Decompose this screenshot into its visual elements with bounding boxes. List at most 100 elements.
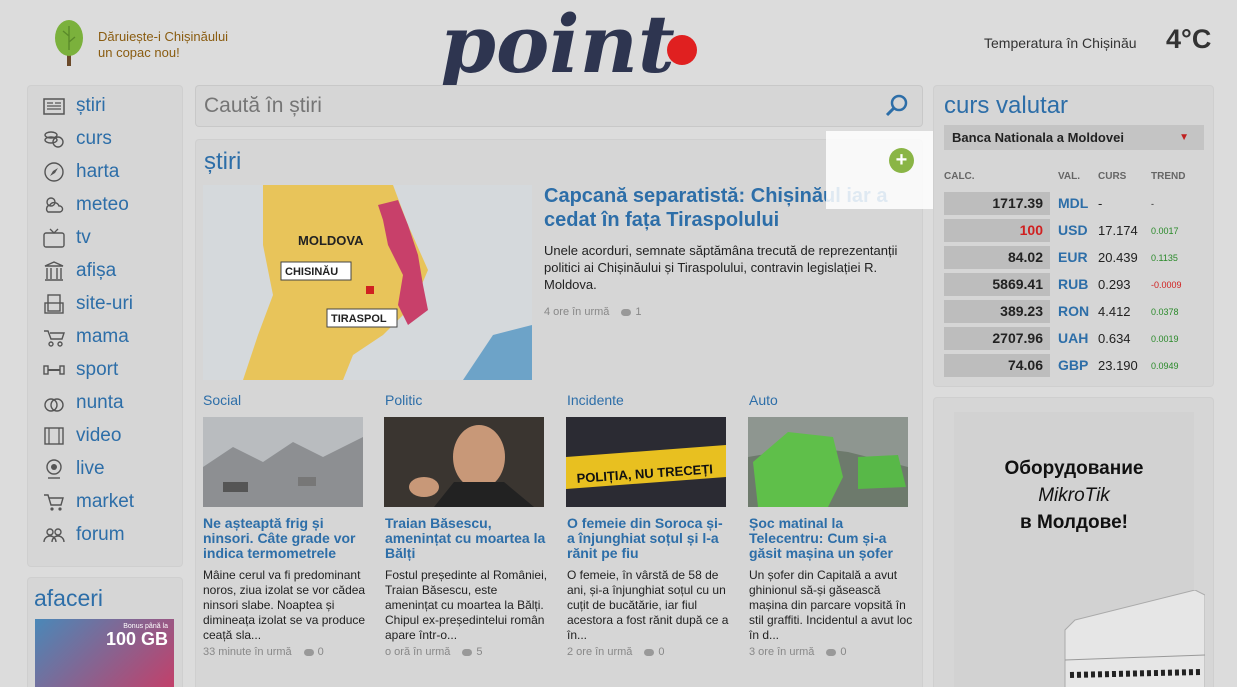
currency-trend: 0.1135 (1151, 253, 1178, 263)
col-header-calc: CALC. (944, 171, 975, 182)
article-time: o oră în urmă (385, 646, 451, 658)
comment-count[interactable]: 0 (840, 646, 846, 658)
search-input[interactable] (204, 94, 824, 118)
comment-icon (621, 308, 632, 316)
category-auto[interactable]: Auto (749, 392, 778, 408)
people-icon (43, 528, 65, 543)
calc-input[interactable]: 1717.39 (944, 192, 1050, 215)
dropdown-arrow-icon: ▼ (1179, 132, 1189, 143)
side-ad-text[interactable]: Оборудование MikroTik в Молдове! (954, 455, 1194, 536)
side-ad-line1: Оборудование (1004, 458, 1144, 479)
afaceri-title[interactable]: afaceri (34, 585, 103, 612)
add-plus-icon[interactable]: + (889, 148, 914, 173)
article-thumbnail[interactable] (203, 417, 363, 507)
compass-icon (44, 162, 64, 182)
temperature-value: 4°C (1166, 24, 1212, 54)
nav-label: video (76, 425, 122, 446)
nav-item-forum[interactable]: forum (42, 521, 125, 549)
comment-icon (303, 648, 314, 656)
cart-icon (44, 494, 64, 511)
nav-item-curs[interactable]: curs (42, 125, 112, 153)
sites-icon (44, 294, 64, 314)
col-header-val: VAL. (1058, 171, 1081, 182)
sidebar-nav: știri curs harta meteo tv afișa site-uri… (28, 86, 182, 566)
nav-item-stiri[interactable]: știri (42, 92, 106, 120)
nav-item-market[interactable]: market (42, 488, 134, 516)
bank-select[interactable]: Banca Nationala a Moldovei ▼ (944, 125, 1204, 150)
nav-item-mama[interactable]: mama (42, 323, 129, 351)
comment-count[interactable]: 1 (635, 306, 641, 318)
col-header-curs: CURS (1098, 171, 1127, 182)
stroller-icon (44, 330, 65, 347)
currency-title[interactable]: curs valutar (944, 92, 1068, 120)
nav-label: tv (76, 227, 91, 248)
currency-code[interactable]: RUB (1058, 276, 1088, 292)
article-time: 2 ore în urmă (567, 646, 633, 658)
nav-label: afișa (76, 260, 117, 281)
nav-label: harta (76, 161, 120, 182)
featured-map-image[interactable]: MOLDOVA CHISINĂU TIRASPOL (203, 185, 532, 380)
comment-count[interactable]: 0 (658, 646, 664, 658)
nav-item-harta[interactable]: harta (42, 158, 119, 186)
nav-item-video[interactable]: video (42, 422, 121, 450)
currency-code[interactable]: UAH (1058, 330, 1088, 346)
search-bar (196, 86, 922, 126)
calc-input[interactable]: 100 (944, 219, 1050, 242)
currency-code[interactable]: MDL (1058, 195, 1088, 211)
nav-label: meteo (76, 194, 129, 215)
nav-item-live[interactable]: live (42, 455, 105, 483)
article-thumbnail[interactable] (748, 417, 908, 507)
news-section-title[interactable]: știri (204, 148, 241, 176)
nav-label: mama (76, 326, 129, 347)
calc-input[interactable]: 5869.41 (944, 273, 1050, 296)
site-logo[interactable]: point (440, 0, 710, 94)
category-incidente[interactable]: Incidente (567, 392, 624, 408)
calc-input[interactable]: 74.06 (944, 354, 1050, 377)
nav-item-site-uri[interactable]: site-uri (42, 290, 133, 318)
promo-link[interactable]: Dăruiește-i Chișinăului un copac nou! (98, 29, 228, 61)
map-label-moldova: MOLDOVA (298, 233, 364, 248)
nav-item-meteo[interactable]: meteo (42, 191, 129, 219)
side-ad-line2: MikroTik (1038, 485, 1110, 506)
article-title[interactable]: Traian Băsescu, amenințat cu moartea la … (385, 516, 547, 561)
nav-item-nunta[interactable]: nunta (42, 389, 124, 417)
currency-code[interactable]: GBP (1058, 357, 1088, 373)
category-politic[interactable]: Politic (385, 392, 422, 408)
article-title[interactable]: Șoc matinal la Telecentru: Cum și-a găsi… (749, 516, 911, 561)
article-thumbnail[interactable]: POLIȚIA, NU TRECEȚI (566, 417, 726, 507)
rings-icon (44, 398, 64, 412)
calc-input[interactable]: 84.02 (944, 246, 1050, 269)
article-text: O femeie, în vârstă de 58 de ani, și-a î… (567, 568, 729, 642)
nav-item-afisa[interactable]: afișa (42, 257, 116, 285)
currency-code[interactable]: RON (1058, 303, 1089, 319)
currency-code[interactable]: USD (1058, 222, 1088, 238)
ad-big-text: 100 GB (105, 629, 168, 649)
col-header-trend: TREND (1151, 171, 1186, 182)
comment-count[interactable]: 0 (318, 646, 324, 658)
promo-line2: un copac nou! (98, 45, 180, 60)
nav-item-sport[interactable]: sport (42, 356, 118, 384)
calc-input[interactable]: 389.23 (944, 300, 1050, 323)
article-text: Mâine cerul va fi predominant noros, ziu… (203, 568, 366, 642)
article-text: Un șofer din Capitală a avut ghinionul s… (749, 568, 913, 642)
search-icon[interactable] (884, 93, 910, 119)
theater-icon (44, 261, 64, 281)
article-title[interactable]: O femeie din Soroca și-a înjunghiat soțu… (567, 516, 729, 561)
article-time: 33 minute în urmă (203, 646, 292, 658)
article-title[interactable]: Ne așteaptă frig și ninsori. Câte grade … (203, 516, 365, 561)
calc-input[interactable]: 2707.96 (944, 327, 1050, 350)
comment-count[interactable]: 5 (476, 646, 482, 658)
logo-text: point (440, 0, 675, 91)
currency-code[interactable]: EUR (1058, 249, 1088, 265)
side-ad-line3: в Молдове! (1020, 512, 1128, 533)
nav-item-tv[interactable]: tv (42, 224, 91, 252)
tree-icon[interactable] (54, 20, 84, 66)
webcam-icon (46, 459, 62, 479)
category-social[interactable]: Social (203, 392, 241, 408)
nav-label: site-uri (76, 293, 134, 314)
nav-label: forum (76, 524, 125, 545)
currency-trend: 0.0019 (1151, 334, 1179, 344)
tv-icon (43, 228, 65, 248)
afaceri-ad-banner[interactable]: Bonus până la 100 GB (35, 619, 174, 687)
article-thumbnail[interactable] (384, 417, 544, 507)
